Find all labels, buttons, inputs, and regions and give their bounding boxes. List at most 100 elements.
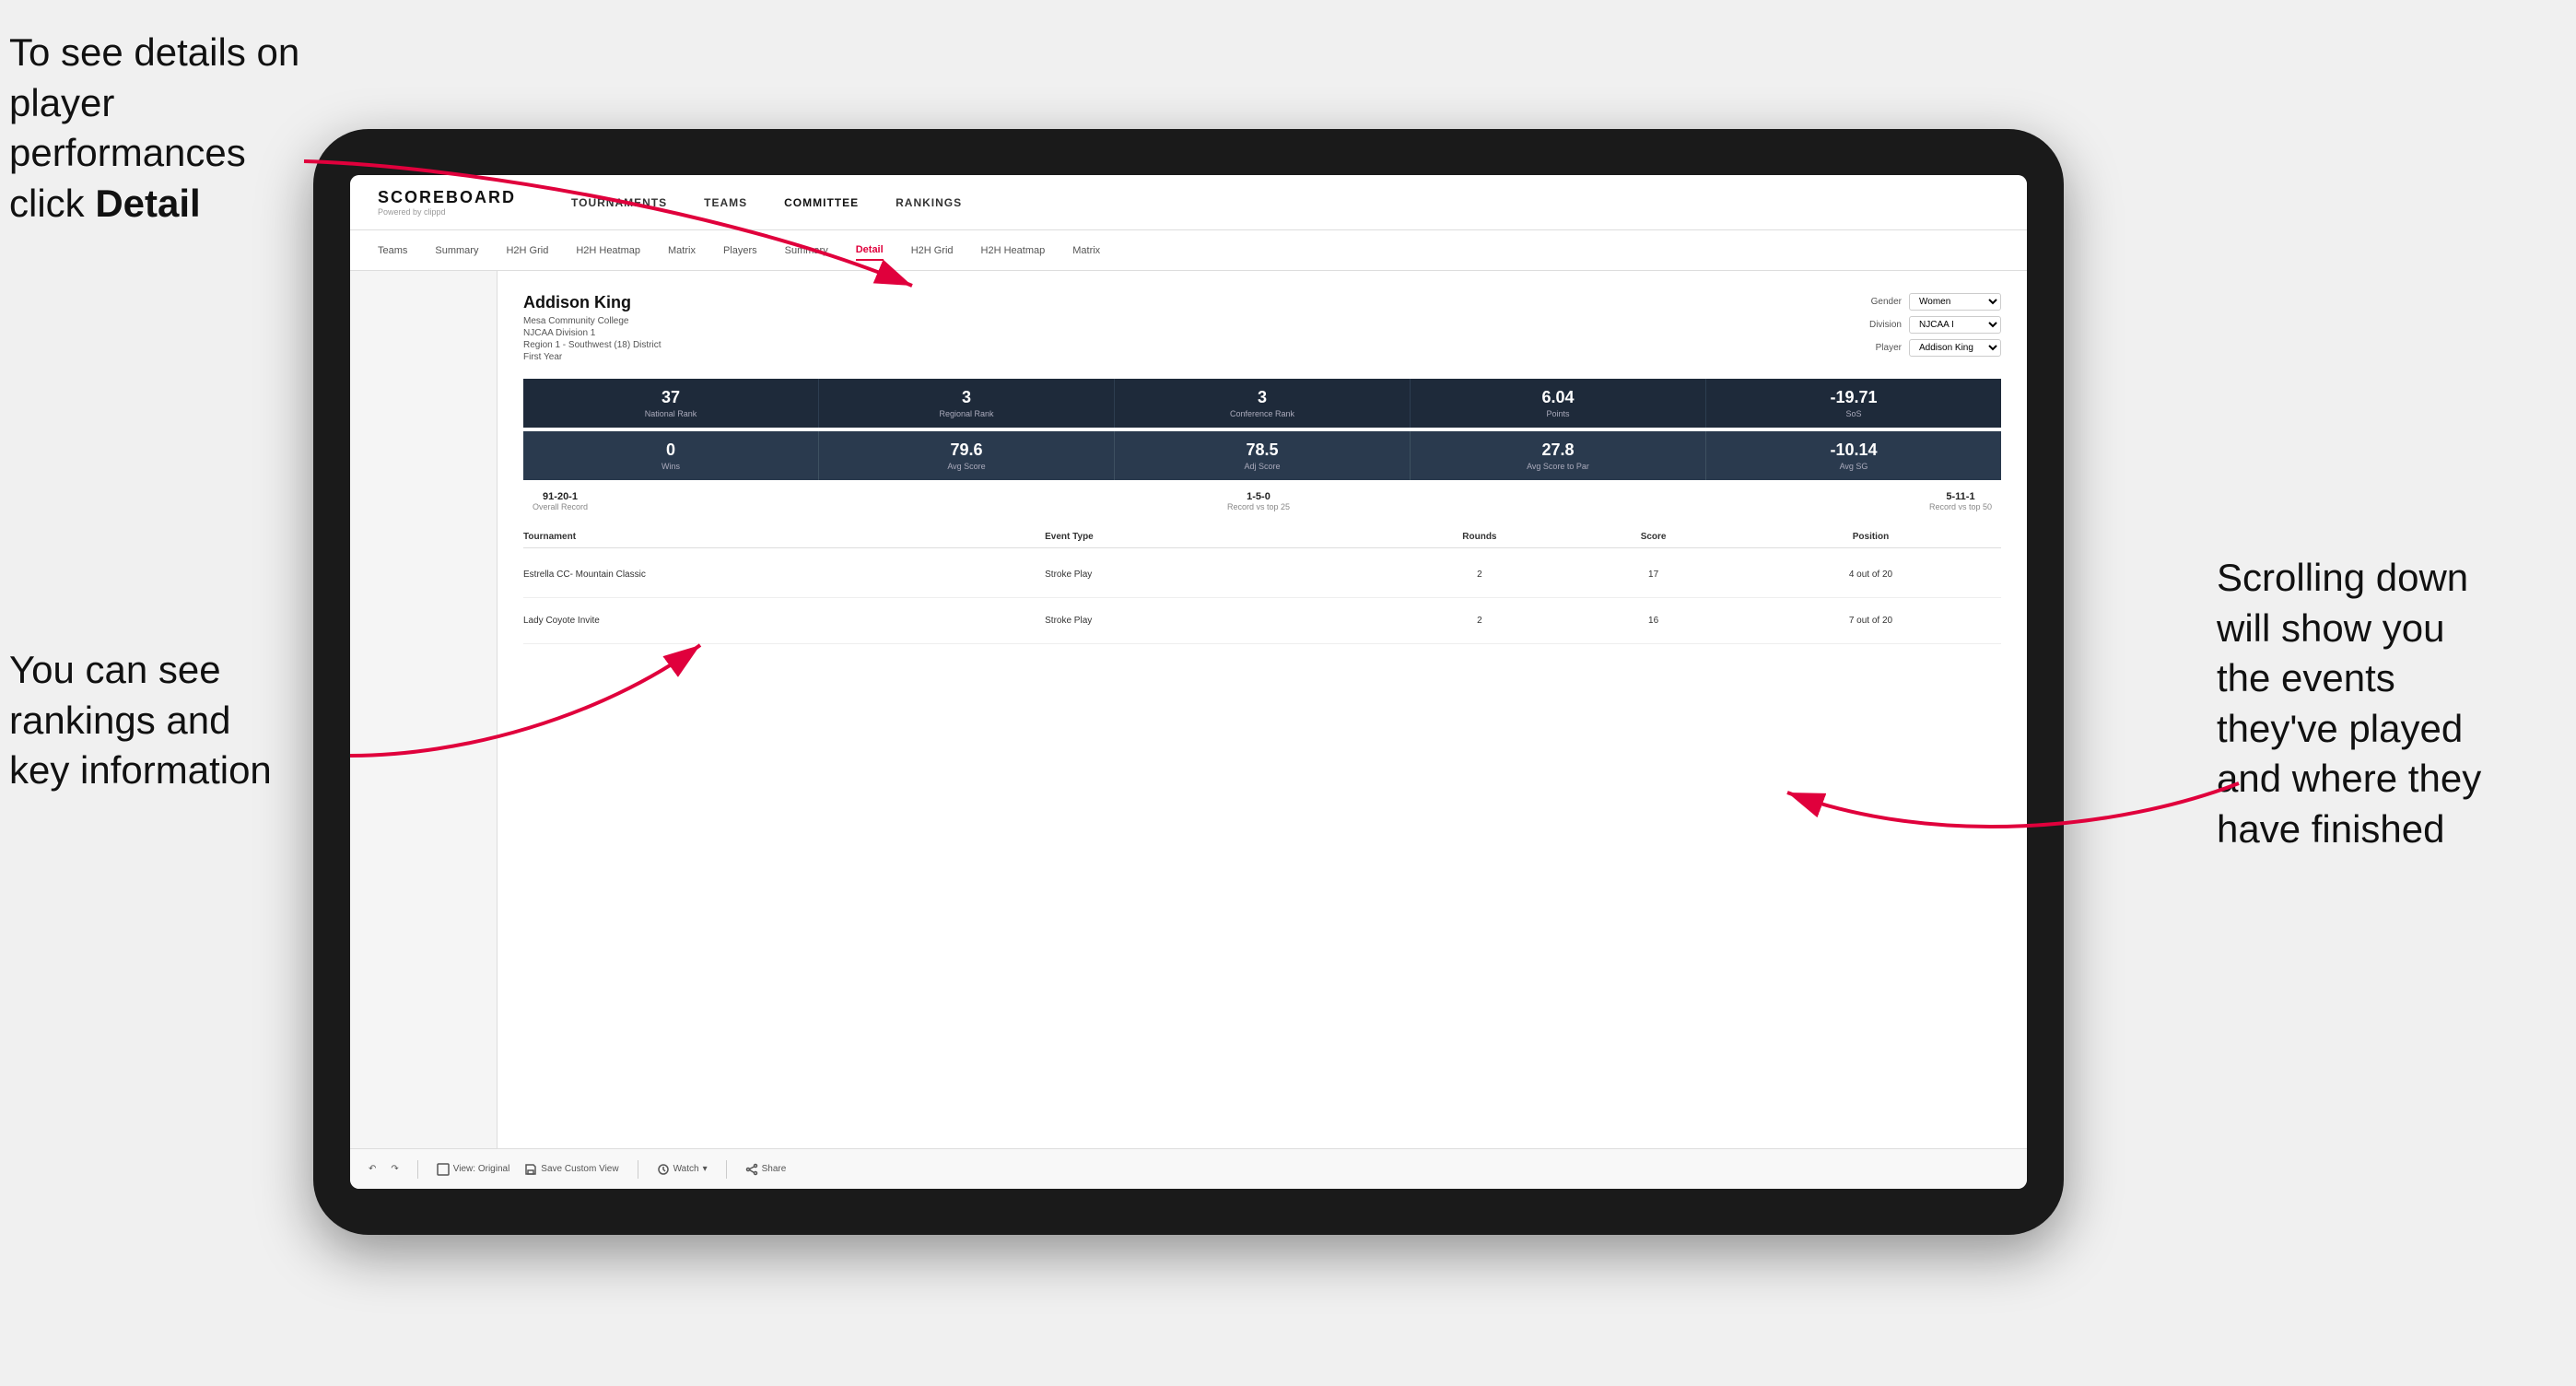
player-name: Addison King bbox=[523, 293, 662, 312]
player-college: Mesa Community College bbox=[523, 316, 662, 326]
conference-rank-value: 3 bbox=[1122, 388, 1402, 407]
stat-conference-rank: 3 Conference Rank bbox=[1115, 379, 1411, 428]
logo-text: SCOREBOARD bbox=[378, 188, 516, 207]
table-row: Lady Coyote Invite Stroke Play 2 16 7 ou… bbox=[523, 598, 2001, 644]
sos-label: SoS bbox=[1714, 409, 1994, 418]
tournament-name-0: Estrella CC- Mountain Classic bbox=[523, 570, 1045, 580]
col-header-rounds: Rounds bbox=[1393, 532, 1567, 542]
tab-teams[interactable]: Teams bbox=[378, 241, 407, 260]
tablet-frame: SCOREBOARD Powered by clippd TOURNAMENTS… bbox=[313, 129, 2064, 1235]
record-top25: 1-5-0 Record vs top 25 bbox=[1227, 491, 1290, 511]
annotation-bottom-left: You can see rankings and key information bbox=[9, 645, 359, 796]
save-custom-label: Save Custom View bbox=[541, 1164, 618, 1174]
player-year: First Year bbox=[523, 352, 662, 362]
division-select[interactable]: NJCAA I bbox=[1909, 316, 2001, 334]
player-filters: Gender Women Division NJCAA I bbox=[1869, 293, 2001, 364]
stats-grid-row2: 0 Wins 79.6 Avg Score 78.5 Adj Score 27.… bbox=[523, 431, 2001, 480]
table-row: Estrella CC- Mountain Classic Stroke Pla… bbox=[523, 552, 2001, 598]
player-header: Addison King Mesa Community College NJCA… bbox=[523, 293, 2001, 364]
avg-score-label: Avg Score bbox=[826, 462, 1107, 471]
content-panel: Addison King Mesa Community College NJCA… bbox=[498, 271, 2027, 1148]
stats-grid-row1: 37 National Rank 3 Regional Rank 3 Confe… bbox=[523, 379, 2001, 428]
points-label: Points bbox=[1418, 409, 1698, 418]
annotation-top-left: To see details on player performances cl… bbox=[9, 28, 304, 229]
score-0: 17 bbox=[1566, 570, 1740, 580]
conference-rank-label: Conference Rank bbox=[1122, 409, 1402, 418]
logo-area: SCOREBOARD Powered by clippd bbox=[378, 188, 516, 217]
record-top50: 5-11-1 Record vs top 50 bbox=[1929, 491, 1992, 511]
adj-score-label: Adj Score bbox=[1122, 462, 1402, 471]
stat-national-rank: 37 National Rank bbox=[523, 379, 819, 428]
main-content: Addison King Mesa Community College NJCA… bbox=[350, 271, 2027, 1148]
watch-label: Watch bbox=[673, 1164, 699, 1174]
tab-detail[interactable]: Detail bbox=[856, 241, 884, 261]
record-top50-label: Record vs top 50 bbox=[1929, 502, 1992, 511]
col-header-position: Position bbox=[1740, 532, 2001, 542]
tab-h2h-heatmap[interactable]: H2H Heatmap bbox=[576, 241, 640, 260]
gender-filter: Gender Women bbox=[1871, 293, 2001, 311]
tab-summary[interactable]: Summary bbox=[435, 241, 478, 260]
toolbar-share[interactable]: Share bbox=[745, 1163, 787, 1176]
toolbar-watch[interactable]: Watch ▾ bbox=[657, 1163, 708, 1176]
annotation-right: Scrolling down will show you the events … bbox=[2217, 553, 2567, 855]
national-rank-value: 37 bbox=[531, 388, 811, 407]
toolbar-view-original[interactable]: View: Original bbox=[437, 1163, 510, 1176]
toolbar-redo[interactable]: ↷ bbox=[391, 1164, 398, 1174]
avg-score-value: 79.6 bbox=[826, 440, 1107, 460]
gender-select[interactable]: Women bbox=[1909, 293, 2001, 311]
player-region: Region 1 - Southwest (18) District bbox=[523, 340, 662, 350]
event-type-0: Stroke Play bbox=[1045, 570, 1392, 580]
toolbar-undo[interactable]: ↶ bbox=[369, 1164, 376, 1174]
tournament-table: Tournament Event Type Rounds Score Posit… bbox=[523, 526, 2001, 644]
record-top50-value: 5-11-1 bbox=[1929, 491, 1992, 502]
col-header-tournament: Tournament bbox=[523, 532, 1045, 542]
stat-avg-score: 79.6 Avg Score bbox=[819, 431, 1115, 480]
records-row: 91-20-1 Overall Record 1-5-0 Record vs t… bbox=[523, 491, 2001, 511]
sidebar bbox=[350, 271, 498, 1148]
regional-rank-label: Regional Rank bbox=[826, 409, 1107, 418]
position-1: 7 out of 20 bbox=[1740, 616, 2001, 626]
wins-label: Wins bbox=[531, 462, 811, 471]
record-top25-label: Record vs top 25 bbox=[1227, 502, 1290, 511]
tab-players[interactable]: Players bbox=[723, 241, 757, 260]
player-select[interactable]: Addison King bbox=[1909, 339, 2001, 357]
adj-score-value: 78.5 bbox=[1122, 440, 1402, 460]
tab-h2h-grid2[interactable]: H2H Grid bbox=[911, 241, 954, 260]
tab-matrix[interactable]: Matrix bbox=[668, 241, 696, 260]
sos-value: -19.71 bbox=[1714, 388, 1994, 407]
stat-points: 6.04 Points bbox=[1411, 379, 1706, 428]
avg-score-par-value: 27.8 bbox=[1418, 440, 1698, 460]
sub-nav: Teams Summary H2H Grid H2H Heatmap Matri… bbox=[350, 230, 2027, 271]
share-label: Share bbox=[762, 1164, 787, 1174]
tournament-name-1: Lady Coyote Invite bbox=[523, 616, 1045, 626]
stat-adj-score: 78.5 Adj Score bbox=[1115, 431, 1411, 480]
player-division: NJCAA Division 1 bbox=[523, 328, 662, 338]
view-original-label: View: Original bbox=[453, 1164, 510, 1174]
player-info: Addison King Mesa Community College NJCA… bbox=[523, 293, 662, 364]
record-overall-value: 91-20-1 bbox=[533, 491, 588, 502]
nav-tournaments[interactable]: TOURNAMENTS bbox=[571, 193, 667, 213]
nav-rankings[interactable]: RANKINGS bbox=[896, 193, 962, 213]
regional-rank-value: 3 bbox=[826, 388, 1107, 407]
player-filter: Player Addison King bbox=[1876, 339, 2001, 357]
record-overall-label: Overall Record bbox=[533, 502, 588, 511]
tab-h2h-grid[interactable]: H2H Grid bbox=[506, 241, 548, 260]
avg-sg-value: -10.14 bbox=[1714, 440, 1994, 460]
logo-sub: Powered by clippd bbox=[378, 207, 516, 217]
stat-avg-sg: -10.14 Avg SG bbox=[1706, 431, 2001, 480]
tab-matrix2[interactable]: Matrix bbox=[1072, 241, 1100, 260]
wins-value: 0 bbox=[531, 440, 811, 460]
top-nav: SCOREBOARD Powered by clippd TOURNAMENTS… bbox=[350, 175, 2027, 230]
col-header-score: Score bbox=[1566, 532, 1740, 542]
table-header: Tournament Event Type Rounds Score Posit… bbox=[523, 526, 2001, 548]
nav-committee[interactable]: COMMITTEE bbox=[784, 193, 859, 213]
nav-teams[interactable]: TEAMS bbox=[704, 193, 747, 213]
points-value: 6.04 bbox=[1418, 388, 1698, 407]
event-type-1: Stroke Play bbox=[1045, 616, 1392, 626]
tab-h2h-heatmap2[interactable]: H2H Heatmap bbox=[981, 241, 1046, 260]
avg-score-par-label: Avg Score to Par bbox=[1418, 462, 1698, 471]
toolbar-save-custom[interactable]: Save Custom View bbox=[524, 1163, 618, 1176]
tab-summary2[interactable]: Summary bbox=[785, 241, 828, 260]
division-filter: Division NJCAA I bbox=[1869, 316, 2001, 334]
rounds-1: 2 bbox=[1393, 616, 1567, 626]
